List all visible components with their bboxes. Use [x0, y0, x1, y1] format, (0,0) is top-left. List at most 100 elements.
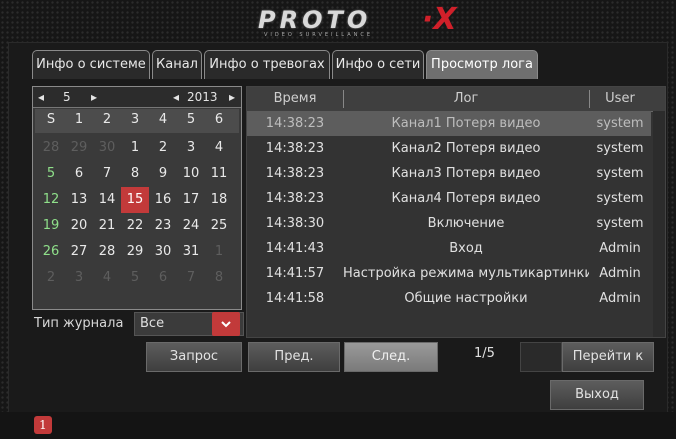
tab-alarm-info[interactable]: Инфо о тревогах: [204, 50, 330, 79]
month-value: 5: [63, 90, 71, 104]
table-row[interactable]: 14:41:43 Вход Admin: [247, 236, 651, 261]
calendar-day[interactable]: 1: [205, 239, 233, 265]
log-table: Время Лог User 14:38:23 Канал1 Потеря вид…: [246, 86, 666, 338]
weekday-label: 4: [158, 112, 168, 127]
alarm-icon[interactable]: 1: [34, 416, 52, 434]
calendar-day[interactable]: 1: [121, 135, 149, 161]
calendar-day[interactable]: 16: [149, 187, 177, 213]
logo-brand: PROTO: [258, 6, 372, 34]
calendar-day[interactable]: 10: [177, 161, 205, 187]
calendar-day[interactable]: 29: [121, 239, 149, 265]
prev-page-button[interactable]: Пред.: [248, 342, 340, 372]
log-user: system: [596, 216, 644, 231]
log-event: Канал2 Потеря видео: [391, 141, 541, 156]
calendar-day[interactable]: 13: [65, 187, 93, 213]
log-event: Канал4 Потеря видео: [391, 191, 541, 206]
calendar-day[interactable]: 15: [121, 187, 149, 213]
calendar-day[interactable]: 23: [149, 213, 177, 239]
year-prev-icon[interactable]: ◂: [173, 87, 179, 107]
log-time: 14:41:43: [265, 241, 325, 256]
calendar-day[interactable]: 5: [37, 161, 65, 187]
log-event: Общие настройки: [404, 291, 528, 306]
calendar-day[interactable]: 24: [177, 213, 205, 239]
page-number-input[interactable]: [520, 342, 562, 372]
goto-page-button[interactable]: Перейти к: [562, 342, 654, 372]
table-row[interactable]: 14:41:58 Общие настройки Admin: [247, 286, 651, 311]
calendar-day[interactable]: 27: [65, 239, 93, 265]
calendar-day[interactable]: 8: [205, 265, 233, 291]
status-bar: [0, 412, 676, 439]
year-next-icon[interactable]: ▸: [229, 87, 235, 107]
calendar-day[interactable]: 22: [121, 213, 149, 239]
year-value: 2013: [187, 90, 218, 104]
calendar-day[interactable]: 28: [93, 239, 121, 265]
calendar-days: S 1 2 3 4 5 6 28 29 30 1 2 3 4 5 6 7 8 9 10 11 12 13 14 15 16 17 18…: [33, 109, 241, 309]
table-row[interactable]: 14:38:23 Канал2 Потеря видео system: [247, 136, 651, 161]
column-user: User: [605, 91, 635, 106]
calendar-day[interactable]: 30: [149, 239, 177, 265]
calendar-day[interactable]: 3: [65, 265, 93, 291]
weekday-label: 1: [74, 112, 84, 127]
log-event: Настройка режима мультикартинки: [343, 266, 589, 281]
log-scrollbar[interactable]: [653, 111, 665, 337]
calendar-day[interactable]: 3: [177, 135, 205, 161]
calendar-day[interactable]: 28: [37, 135, 65, 161]
next-page-button[interactable]: След.: [344, 342, 438, 372]
journal-type-value: Все: [140, 316, 165, 331]
log-user: system: [596, 166, 644, 181]
calendar-day[interactable]: 18: [205, 187, 233, 213]
calendar-day[interactable]: 31: [177, 239, 205, 265]
calendar-day[interactable]: 29: [65, 135, 93, 161]
table-row[interactable]: 14:38:23 Канал1 Потеря видео system: [247, 111, 651, 136]
calendar-day[interactable]: 2: [37, 265, 65, 291]
calendar-day[interactable]: 4: [93, 265, 121, 291]
calendar-day[interactable]: 17: [177, 187, 205, 213]
calendar-day[interactable]: 5: [121, 265, 149, 291]
log-event: Канал3 Потеря видео: [391, 166, 541, 181]
calendar-day[interactable]: 12: [37, 187, 65, 213]
log-user: system: [596, 116, 644, 131]
calendar-day[interactable]: 6: [65, 161, 93, 187]
log-user: system: [596, 141, 644, 156]
table-row[interactable]: 14:38:23 Канал4 Потеря видео system: [247, 186, 651, 211]
exit-button[interactable]: Выход: [550, 380, 644, 410]
calendar-day[interactable]: 20: [65, 213, 93, 239]
column-time: Время: [273, 91, 317, 106]
calendar-day[interactable]: 30: [93, 135, 121, 161]
calendar-day[interactable]: 9: [149, 161, 177, 187]
calendar-header: ◂ 5 ▸ ◂ 2013 ▸: [33, 87, 241, 108]
log-time: 14:38:30: [265, 216, 325, 231]
calendar-day[interactable]: 21: [93, 213, 121, 239]
tab-log-view[interactable]: Просмотр лога: [426, 50, 538, 79]
log-user: Admin: [599, 241, 641, 256]
log-time: 14:38:23: [265, 116, 325, 131]
table-row[interactable]: 14:38:30 Включение system: [247, 211, 651, 236]
table-row[interactable]: 14:38:23 Канал3 Потеря видео system: [247, 161, 651, 186]
chevron-down-icon: [221, 321, 231, 328]
top-bar: PROTO ·X VIDEO SURVEILLANCE: [6, 0, 668, 40]
query-button[interactable]: Запрос: [146, 342, 242, 372]
journal-type-dropdown-button[interactable]: [212, 312, 240, 336]
log-event: Канал1 Потеря видео: [391, 116, 541, 131]
calendar-day[interactable]: 26: [37, 239, 65, 265]
calendar-day[interactable]: 2: [149, 135, 177, 161]
calendar-day[interactable]: 25: [205, 213, 233, 239]
calendar-day[interactable]: 14: [93, 187, 121, 213]
calendar-day[interactable]: 4: [205, 135, 233, 161]
calendar-day[interactable]: 19: [37, 213, 65, 239]
calendar-day[interactable]: 8: [121, 161, 149, 187]
tab-system-info[interactable]: Инфо о системе: [32, 50, 150, 79]
calendar-day[interactable]: 7: [93, 161, 121, 187]
logo-mark: ·X: [422, 2, 457, 37]
tab-network-info[interactable]: Инфо о сети: [332, 50, 424, 79]
calendar-day[interactable]: 11: [205, 161, 233, 187]
month-prev-icon[interactable]: ◂: [38, 87, 44, 107]
log-time: 14:38:23: [265, 191, 325, 206]
log-event: Вход: [449, 241, 483, 256]
calendar-day[interactable]: 7: [177, 265, 205, 291]
calendar-day[interactable]: 6: [149, 265, 177, 291]
tab-channel[interactable]: Канал: [152, 50, 202, 79]
log-time: 14:41:58: [265, 291, 325, 306]
month-next-icon[interactable]: ▸: [91, 87, 97, 107]
table-row[interactable]: 14:41:57 Настройка режима мультикартинки A…: [247, 261, 651, 286]
